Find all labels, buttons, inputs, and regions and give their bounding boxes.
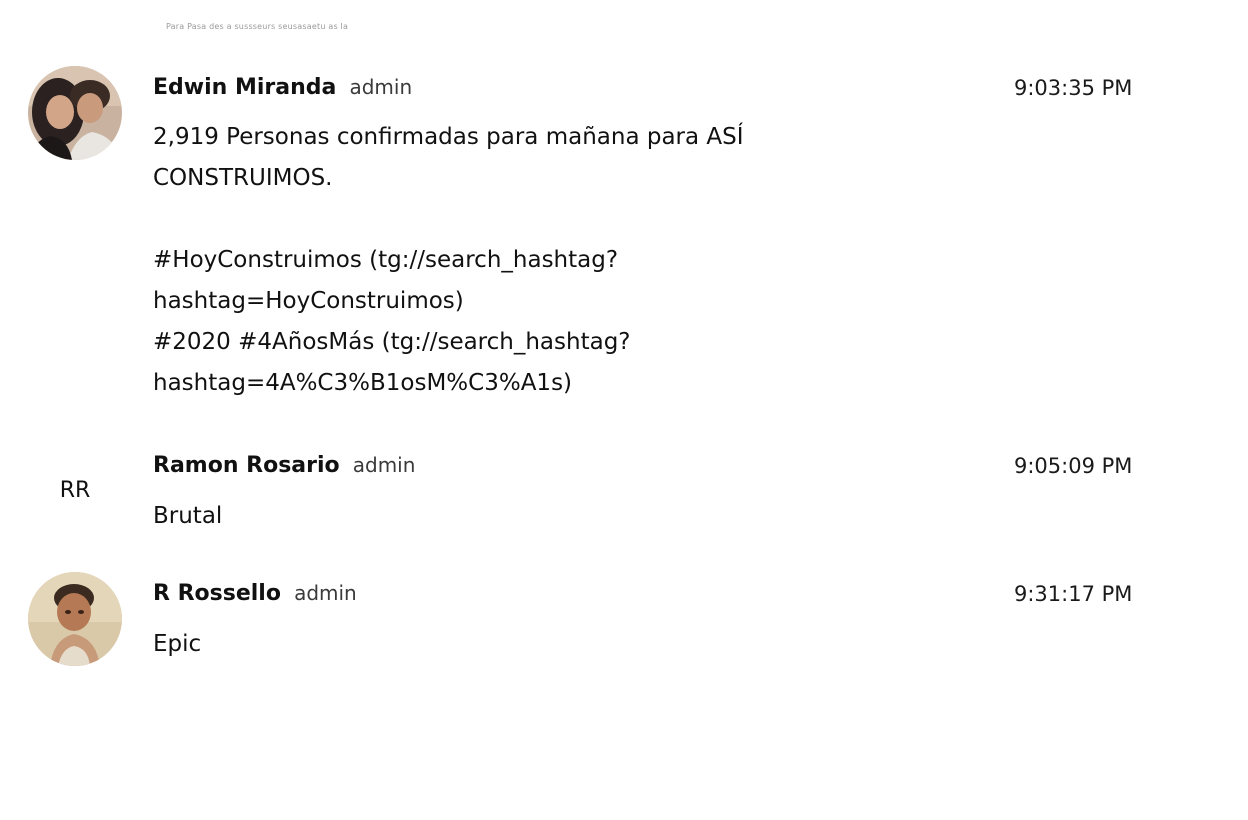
message-timestamp: 9:31:17 PM — [1014, 582, 1133, 606]
sender-name[interactable]: Edwin Miranda — [153, 75, 336, 100]
message-line: CONSTRUIMOS. — [153, 165, 333, 191]
sender-name[interactable]: R Rossello — [153, 581, 281, 606]
sender-line: Ramon Rosario admin — [153, 453, 415, 478]
sender-line: Edwin Miranda admin — [153, 75, 412, 100]
message-line: Brutal — [153, 503, 223, 529]
hashtag-link[interactable]: hashtag=4A%C3%B1osM%C3%A1s) — [153, 363, 744, 404]
message-timestamp: 9:05:09 PM — [1014, 454, 1133, 478]
photo-avatar-icon — [28, 66, 122, 160]
user-avatar[interactable] — [28, 572, 122, 666]
truncated-previous-message: Para Pasa des a sussseurs seusasaetu as … — [166, 22, 349, 31]
user-avatar[interactable] — [28, 66, 122, 160]
role-badge: admin — [349, 75, 413, 99]
message-text: 2,919 Personas confirmadas para mañana p… — [153, 117, 744, 404]
hashtag-link[interactable]: #HoyConstruimos (tg://search_hashtag? — [153, 240, 744, 281]
hashtag-link[interactable]: #2020 #4AñosMás (tg://search_hashtag? — [153, 322, 744, 363]
message-text: Epic — [153, 624, 201, 665]
message-line: 2,919 Personas confirmadas para mañana p… — [153, 124, 744, 150]
message-line: Epic — [153, 631, 202, 657]
sender-line: R Rossello admin — [153, 581, 357, 606]
message-timestamp: 9:03:35 PM — [1014, 76, 1133, 100]
role-badge: admin — [294, 581, 357, 605]
avatar-initials[interactable]: RR — [28, 478, 122, 503]
message-text: Brutal — [153, 496, 222, 537]
role-badge: admin — [352, 453, 416, 477]
sender-name[interactable]: Ramon Rosario — [153, 453, 340, 478]
photo-avatar-icon — [28, 572, 122, 666]
message-line — [153, 199, 744, 240]
hashtag-link[interactable]: hashtag=HoyConstruimos) — [153, 281, 744, 322]
